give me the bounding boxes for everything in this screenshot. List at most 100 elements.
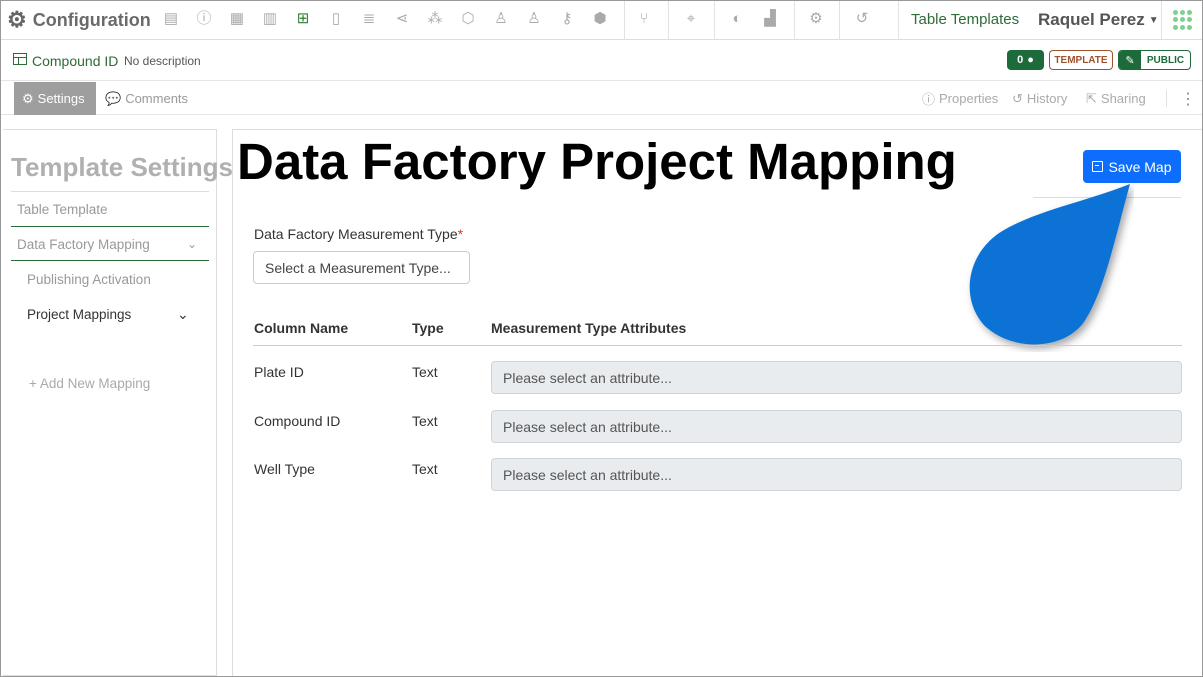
toolbar-divider xyxy=(898,1,899,40)
measurement-type-label: Data Factory Measurement Type* xyxy=(254,226,463,242)
settings-icon[interactable]: ⚙ xyxy=(807,10,825,28)
row-column-name: Plate ID xyxy=(254,364,304,380)
toolbar-divider xyxy=(794,1,795,40)
key-icon[interactable]: ⚷ xyxy=(558,10,576,28)
save-map-button[interactable]: Save Map xyxy=(1083,150,1181,183)
column-header-type: Type xyxy=(412,320,444,336)
comment-icon: ● xyxy=(1027,54,1034,66)
sidebar-item-publishing-activation[interactable]: Publishing Activation xyxy=(27,272,151,287)
tab-comments[interactable]: 💬 Comments xyxy=(97,82,196,115)
tab-settings[interactable]: ⚙ Settings xyxy=(14,82,96,115)
public-badge[interactable]: ✎ PUBLIC xyxy=(1118,50,1191,70)
sidebar-title: Template Settings xyxy=(11,152,234,182)
caret-down-icon: ▼ xyxy=(1148,15,1159,27)
template-badge: TEMPLATE xyxy=(1049,50,1113,70)
cube-icon[interactable]: ⬢ xyxy=(591,10,609,28)
user-icon[interactable]: ♙ xyxy=(525,10,543,28)
save-icon xyxy=(1092,161,1104,172)
divider xyxy=(253,345,1182,346)
tab-history-label: History xyxy=(1026,91,1068,106)
app-brand[interactable]: ⚙ Configuration xyxy=(7,7,151,33)
mapping-panel: Data Factory Project Mapping Save Map Da… xyxy=(232,129,1202,676)
tab-properties[interactable]: ⓘ Properties xyxy=(922,82,998,115)
column-header-name: Column Name xyxy=(254,320,349,336)
required-marker: * xyxy=(457,226,464,242)
add-new-mapping-button[interactable]: + Add New Mapping xyxy=(29,376,150,391)
toolbar-divider xyxy=(839,1,840,40)
tab-comments-label: Comments xyxy=(125,91,189,106)
network-icon[interactable]: ⁂ xyxy=(426,10,444,28)
app-title: Configuration xyxy=(32,9,151,30)
table-icon xyxy=(13,53,27,65)
share-icon[interactable]: ⋖ xyxy=(393,10,411,28)
table-icon[interactable]: ⊞ xyxy=(294,10,312,28)
pencil-icon: ✎ xyxy=(1119,51,1141,69)
save-map-label: Save Map xyxy=(1108,158,1172,175)
toolbar-divider xyxy=(624,1,625,40)
attribute-select[interactable]: Please select an attribute... xyxy=(491,410,1182,443)
top-navbar: ⚙ Configuration ▤ ⓘ ▦ ▥ ⊞ ▯ ≣ ⋖ ⁂ ⬡ ♙ ♙ … xyxy=(1,1,1202,40)
column-header-attributes: Measurement Type Attributes xyxy=(491,320,687,336)
more-menu-icon[interactable]: ⋮ xyxy=(1180,82,1196,115)
row-column-name: Well Type xyxy=(254,461,315,477)
chevron-down-icon[interactable]: ⌄ xyxy=(187,237,197,251)
plus-icon: + xyxy=(29,376,37,391)
settings-sidebar: Template Settings Table Template Data Fa… xyxy=(3,129,233,676)
user-name: Raquel Perez xyxy=(1038,10,1145,29)
attribute-select[interactable]: Please select an attribute... xyxy=(491,458,1182,491)
callout-pointer-icon xyxy=(969,184,1130,345)
toolbar-divider xyxy=(714,1,715,40)
history-icon: ↺ xyxy=(1012,90,1023,106)
record-header: Compound ID No description 0 ● TEMPLATE … xyxy=(1,41,1202,81)
shield-icon[interactable]: ◐ xyxy=(728,10,746,28)
location-icon[interactable]: ⌖ xyxy=(682,10,700,28)
record-title[interactable]: Compound ID xyxy=(32,53,118,69)
measurement-type-select[interactable]: Select a Measurement Type... xyxy=(253,251,470,284)
divider xyxy=(11,260,209,261)
row-column-name: Compound ID xyxy=(254,413,341,429)
users-icon[interactable]: ♙ xyxy=(492,10,510,28)
user-menu[interactable]: Raquel Perez ▼ xyxy=(1038,10,1159,30)
share-icon: ⇱ xyxy=(1086,90,1097,106)
measurement-type-label-text: Data Factory Measurement Type xyxy=(254,226,458,242)
divider xyxy=(11,191,209,192)
tab-divider xyxy=(1166,90,1167,107)
row-type: Text xyxy=(412,461,438,477)
toolbar-divider xyxy=(1161,1,1162,40)
notebook-icon[interactable]: ▥ xyxy=(261,10,279,28)
table-templates-link[interactable]: Table Templates xyxy=(911,11,1019,28)
attribute-select[interactable]: Please select an attribute... xyxy=(491,361,1182,394)
database-icon[interactable]: ≣ xyxy=(360,10,378,28)
tab-settings-label: Settings xyxy=(37,91,85,106)
form-icon[interactable]: ▤ xyxy=(162,10,180,28)
add-mapping-label: Add New Mapping xyxy=(39,376,151,391)
sidebar-item-data-factory-mapping[interactable]: Data Factory Mapping xyxy=(17,237,150,252)
comment-count-badge[interactable]: 0 ● xyxy=(1007,50,1044,70)
factory-icon[interactable]: ▟ xyxy=(761,10,779,28)
comment-count: 0 xyxy=(1017,54,1024,66)
app-grid-icon[interactable] xyxy=(1173,10,1193,30)
grid-icon[interactable]: ▦ xyxy=(228,10,246,28)
document-icon[interactable]: ▯ xyxy=(327,10,345,28)
hexagon-icon[interactable]: ⬡ xyxy=(459,10,477,28)
public-label: PUBLIC xyxy=(1146,54,1185,66)
chevron-down-icon[interactable]: ⌄ xyxy=(177,306,189,323)
gear-icon: ⚙ xyxy=(7,7,27,32)
divider xyxy=(11,226,209,227)
workflow-icon[interactable]: ⑂ xyxy=(635,10,653,28)
info-icon: ⓘ xyxy=(922,92,936,107)
tab-bar: ⚙ Settings 💬 Comments ⓘ Properties ↺ His… xyxy=(1,82,1202,115)
tab-sharing-label: Sharing xyxy=(1100,91,1146,106)
app-window: ⚙ Configuration ▤ ⓘ ▦ ▥ ⊞ ▯ ≣ ⋖ ⁂ ⬡ ♙ ♙ … xyxy=(0,0,1203,677)
toolbar-divider xyxy=(668,1,669,40)
sidebar-item-project-mappings[interactable]: Project Mappings xyxy=(27,307,131,322)
row-type: Text xyxy=(412,413,438,429)
comments-icon: 💬 xyxy=(105,90,122,106)
tab-sharing[interactable]: ⇱ Sharing xyxy=(1086,82,1146,115)
tab-properties-label: Properties xyxy=(939,91,999,106)
sidebar-item-table-template[interactable]: Table Template xyxy=(17,202,108,217)
settings-icon: ⚙ xyxy=(22,90,34,106)
tab-history[interactable]: ↺ History xyxy=(1012,82,1067,115)
history-icon[interactable]: ↺ xyxy=(853,10,871,28)
info-icon[interactable]: ⓘ xyxy=(195,10,213,28)
